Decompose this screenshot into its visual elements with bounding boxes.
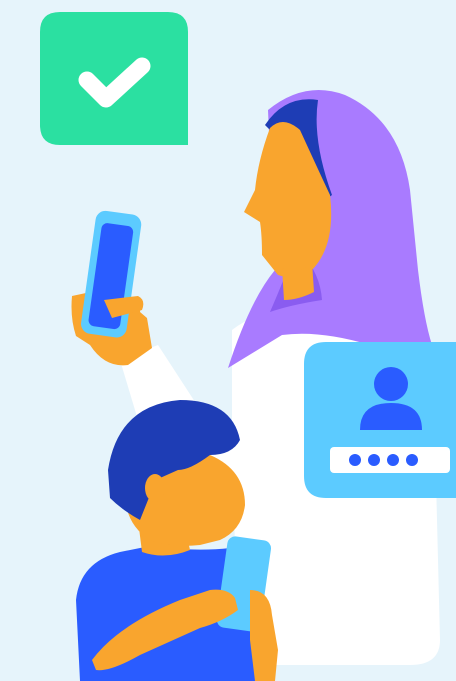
password-dot bbox=[349, 454, 361, 466]
family-phone-illustration bbox=[40, 12, 456, 681]
password-dot bbox=[406, 454, 418, 466]
user-avatar-head bbox=[374, 367, 408, 401]
login-card bbox=[304, 342, 456, 498]
illustration bbox=[0, 0, 456, 681]
boy-ear bbox=[145, 474, 165, 502]
password-dot bbox=[387, 454, 399, 466]
password-dot bbox=[368, 454, 380, 466]
check-badge bbox=[40, 12, 188, 145]
check-badge-shape bbox=[40, 12, 188, 145]
